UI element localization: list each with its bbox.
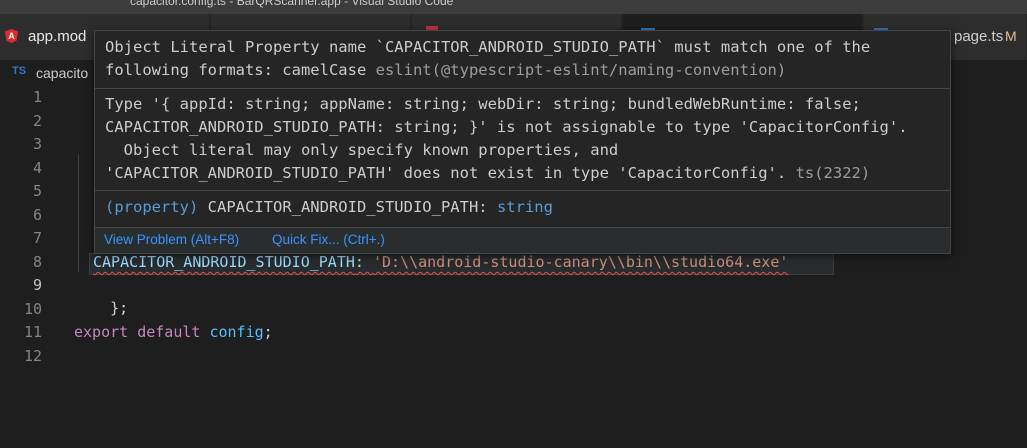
signature-type: string <box>496 198 553 216</box>
property-token: CAPACITOR_ANDROID_STUDIO_PATH <box>93 253 355 271</box>
hover-divider <box>95 88 950 89</box>
line-number: 11 <box>23 323 42 341</box>
code-line-11: export default config; <box>74 321 273 344</box>
hover-divider <box>95 190 950 191</box>
identifier-token: config <box>209 323 264 341</box>
string-token: 'D:\\android-studio-canary\\bin\\studio6… <box>372 253 789 271</box>
typescript-icon: TS <box>12 65 27 77</box>
line-number: 1 <box>32 88 42 106</box>
hover-tooltip: Object Literal Property name `CAPACITOR_… <box>94 30 951 254</box>
default-keyword: default <box>137 323 201 341</box>
code-line-9: }; <box>74 274 128 317</box>
quick-fix-link[interactable]: Quick Fix... (Ctrl+.) <box>272 232 385 247</box>
line-number: 8 <box>32 252 42 271</box>
property-signature: (property) CAPACITOR_ANDROID_STUDIO_PATH… <box>95 196 950 219</box>
line-number: 3 <box>32 135 42 153</box>
eslint-message-line-1: Object Literal Property name `CAPACITOR_… <box>105 38 871 56</box>
line-number-current: 9 <box>32 276 42 294</box>
title-bar: capacitor.config.ts - BarQRScanner.app -… <box>0 0 1027 14</box>
line-number: 6 <box>32 205 42 224</box>
eslint-message-text: following formats: camelCase <box>105 61 376 79</box>
tab-label: app.mod <box>28 28 87 45</box>
signature-kind: (property) <box>105 198 199 216</box>
line-number: 5 <box>32 182 42 200</box>
line-number: 10 <box>23 299 42 318</box>
semicolon-token: ; <box>263 323 273 341</box>
window-title: capacitor.config.ts - BarQRScanner.app -… <box>130 0 454 8</box>
line-number: 12 <box>23 346 42 365</box>
export-keyword: export <box>74 323 129 341</box>
angular-icon: A <box>5 29 18 43</box>
signature-name: CAPACITOR_ANDROID_STUDIO_PATH: <box>198 198 497 216</box>
tab-label: page.ts <box>954 28 1004 45</box>
view-problem-link[interactable]: View Problem (Alt+F8) <box>104 232 239 247</box>
ts-message-line-1: Type '{ appId: string; appName: string; … <box>105 95 861 113</box>
eslint-message-line-2: following formats: camelCase eslint(@typ… <box>95 59 950 82</box>
eslint-rule-source: eslint(@typescript-eslint/naming-convent… <box>375 61 787 79</box>
line-number: 7 <box>32 229 42 247</box>
punctuation-token: }; <box>110 299 129 317</box>
ts-error-code: ts(2322) <box>795 164 871 182</box>
hover-actions-bar: View Problem (Alt+F8) Quick Fix... (Ctrl… <box>95 227 950 253</box>
ts-message-text: 'CAPACITOR_ANDROID_STUDIO_PATH' does not… <box>105 164 796 182</box>
ts-message-line-2: CAPACITOR_ANDROID_STUDIO_PATH: string; }… <box>105 118 908 136</box>
code-line-8: CAPACITOR_ANDROID_STUDIO_PATH: 'D:\\andr… <box>93 251 788 274</box>
ts-message-line-3: Object literal may only specify known pr… <box>105 141 619 159</box>
line-number: 2 <box>32 111 42 130</box>
breadcrumb-file[interactable]: capacito <box>36 65 88 81</box>
ts-message-line-4: 'CAPACITOR_ANDROID_STUDIO_PATH' does not… <box>95 162 950 185</box>
modified-indicator: M <box>1005 28 1017 44</box>
colon-token: : <box>354 253 373 271</box>
line-number: 4 <box>32 158 42 177</box>
